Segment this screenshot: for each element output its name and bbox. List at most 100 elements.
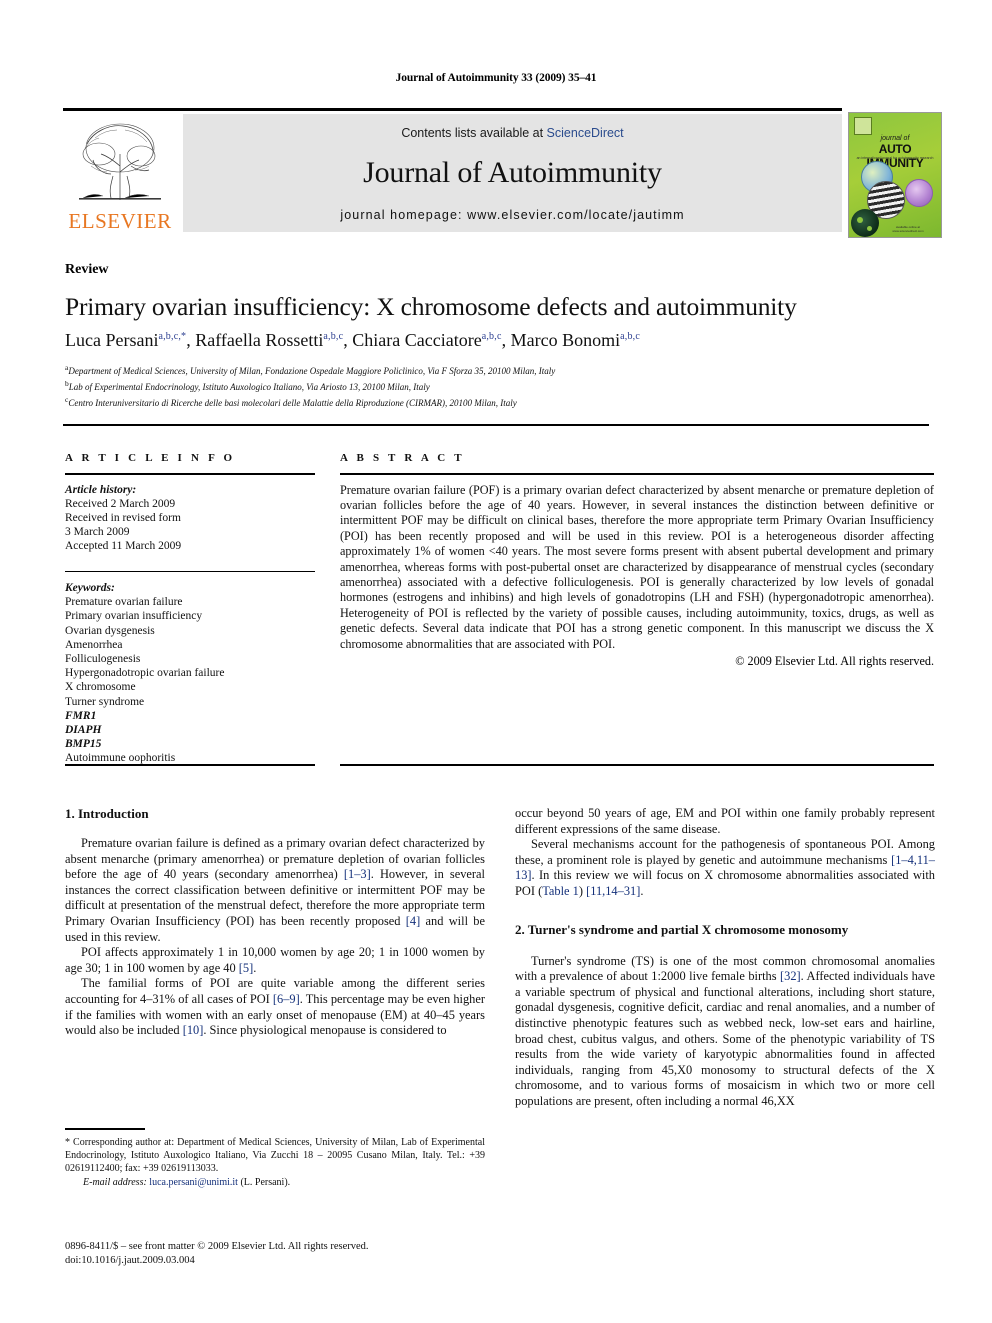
abstract-heading: A B S T R A C T [340,452,465,464]
cover-dot-icon-1 [857,217,863,223]
body-paragraph: Premature ovarian failure is defined as … [65,836,485,945]
keyword-item: DIAPH [65,724,102,737]
article-type-label: Review [65,262,109,277]
citation-ref[interactable]: [1–3] [344,867,371,881]
journal-cover-image: journal of AUTO IMMUNITY an internationa… [848,112,942,238]
keyword-item: FMR1 [65,709,97,722]
colophon-front-matter: 0896-8411/$ – see front matter © 2009 El… [65,1241,369,1252]
colophon: 0896-8411/$ – see front matter © 2009 El… [65,1240,495,1268]
keyword-item: Amenorrhea [65,638,123,651]
author-name: Marco Bonomi [510,330,621,350]
journal-masthead: ELSEVIER Contents lists available at Sci… [63,108,942,238]
section-heading-introduction: 1. Introduction [65,806,149,821]
author-affil-marks: a,b,c [481,331,502,342]
paragraph-text: . [640,883,644,898]
corresponding-author-footnote: * Corresponding author at: Department of… [65,1136,485,1189]
author-list: Luca Persania,b,c,*, Raffaella Rossettia… [65,330,640,350]
cover-footer-text: available online at www.sciencedirect.co… [892,225,924,233]
body-paragraph: The familial forms of POI are quite vari… [65,976,485,1038]
masthead-top-rule [63,108,842,111]
paragraph-text: POI affects approximately 1 in 10,000 wo… [65,945,485,975]
article-history-block: Article history: Received 2 March 2009 R… [65,483,315,554]
running-head: Journal of Autoimmunity 33 (2009) 35–41 [395,72,597,84]
author-item: Raffaella Rossettia,b,c [195,330,343,350]
keyword-item: Hypergonadotropic ovarian failure [65,667,225,680]
sciencedirect-link[interactable]: ScienceDirect [547,126,624,140]
email-label: E-mail address: [83,1176,147,1188]
abstract-text: Premature ovarian failure (POF) is a pri… [340,482,934,651]
cover-publisher-logo-icon [854,117,872,135]
affiliation-text: Centro Interuniversitario di Ricerche de… [68,397,517,408]
affiliation-list: aDepartment of Medical Sciences, Univers… [65,362,945,409]
author-item: Marco Bonomia,b,c [511,330,640,350]
author-item: Chiara Cacciatorea,b,c [352,330,501,350]
history-item: Accepted 11 March 2009 [65,540,182,553]
author-name: Luca Persani [65,330,159,350]
journal-title: Journal of Autoimmunity [363,156,662,189]
author-item: Luca Persania,b,c,* [65,330,186,350]
history-item: Received 2 March 2009 [65,497,176,510]
affiliation-item: cCentro Interuniversitario di Ricerche d… [65,394,945,410]
info-bottom-rule [65,764,315,766]
elsevier-tree-icon [65,114,175,206]
cover-dot-icon-2 [867,226,872,231]
body-paragraph: POI affects approximately 1 in 10,000 wo… [65,945,485,976]
citation-ref[interactable]: [5] [239,961,253,975]
author-affil-marks: a,b,c [323,331,344,342]
history-item: 3 March 2009 [65,526,130,539]
keywords-block: Keywords: Premature ovarian failure Prim… [65,581,315,766]
citation-ref[interactable]: [6–9] [273,992,300,1006]
footnote-text: * Corresponding author at: Department of… [65,1137,485,1175]
body-column-left: 1. Introduction Premature ovarian failur… [65,806,485,1039]
affiliation-text: Lab of Experimental Endocrinology, Istit… [68,381,430,392]
keyword-item: X chromosome [65,681,136,694]
email-link[interactable]: luca.persani@unimi.it [149,1177,238,1188]
abstract-divider [340,473,934,475]
cover-cell-icon-d [851,209,879,237]
contents-prefix: Contents lists available at [401,126,547,140]
journal-homepage-link[interactable]: journal homepage: www.elsevier.com/locat… [183,208,842,222]
article-info-heading: A R T I C L E I N F O [65,452,236,464]
abstract-column: A B S T R A C T Premature ovarian failur… [340,452,934,669]
cover-subtitle: an international journal for autoimmunit… [856,156,934,160]
citation-ref[interactable]: [10] [183,1023,204,1037]
body-paragraph: occur beyond 50 years of age, EM and POI… [515,806,935,836]
email-owner: (L. Persani). [240,1176,291,1188]
author-affil-marks: a,b,c [620,331,640,342]
keywords-label: Keywords: [65,582,115,595]
table-ref-link[interactable]: Table 1 [542,884,579,898]
paragraph-text: . Affected individuals have a variable s… [515,969,936,1108]
body-paragraph: Several mechanisms account for the patho… [515,837,935,899]
article-info-divider [65,473,315,475]
citation-ref[interactable]: [11,14–31] [586,884,640,898]
affiliation-item: aDepartment of Medical Sciences, Univers… [65,362,945,378]
elsevier-wordmark: ELSEVIER [68,209,172,233]
keyword-item: Ovarian dysgenesis [65,624,155,637]
citation-ref[interactable]: [4] [406,914,420,928]
elsevier-logo: ELSEVIER [65,114,175,232]
author-affil-marks: a,b,c,* [158,331,187,342]
journal-banner: Contents lists available at ScienceDirec… [183,114,842,232]
affiliation-text: Department of Medical Sciences, Universi… [68,366,556,376]
abstract-bottom-rule [340,764,934,766]
email-line: E-mail address: luca.persani@unimi.it (L… [65,1176,485,1189]
article-page: Journal of Autoimmunity 33 (2009) 35–41 [0,0,992,1323]
cover-cell-icon-c [905,179,933,207]
author-name: Chiara Cacciatore [352,330,482,350]
keyword-item: Folliculogenesis [65,653,141,666]
keyword-item: Primary ovarian insufficiency [65,610,203,623]
body-column-right: occur beyond 50 years of age, EM and POI… [515,806,935,1110]
article-history-label: Article history: [65,483,137,496]
colophon-doi[interactable]: doi:10.1016/j.jaut.2009.03.004 [65,1254,495,1268]
paragraph-text: ) [578,883,587,898]
paragraph-text: . Since physiological menopause is consi… [203,1023,447,1038]
info-section-top-rule [63,424,929,426]
body-paragraph: Turner's syndrome (TS) is one of the mos… [515,954,935,1110]
page-title: Primary ovarian insufficiency: X chromos… [65,292,797,321]
citation-ref[interactable]: [32] [780,969,801,983]
author-name: Raffaella Rossetti [195,330,324,350]
footnote-rule [65,1128,145,1130]
cover-journal-of-label: journal of [880,135,910,142]
affiliation-item: bLab of Experimental Endocrinology, Isti… [65,378,945,394]
keyword-item: BMP15 [65,738,102,751]
